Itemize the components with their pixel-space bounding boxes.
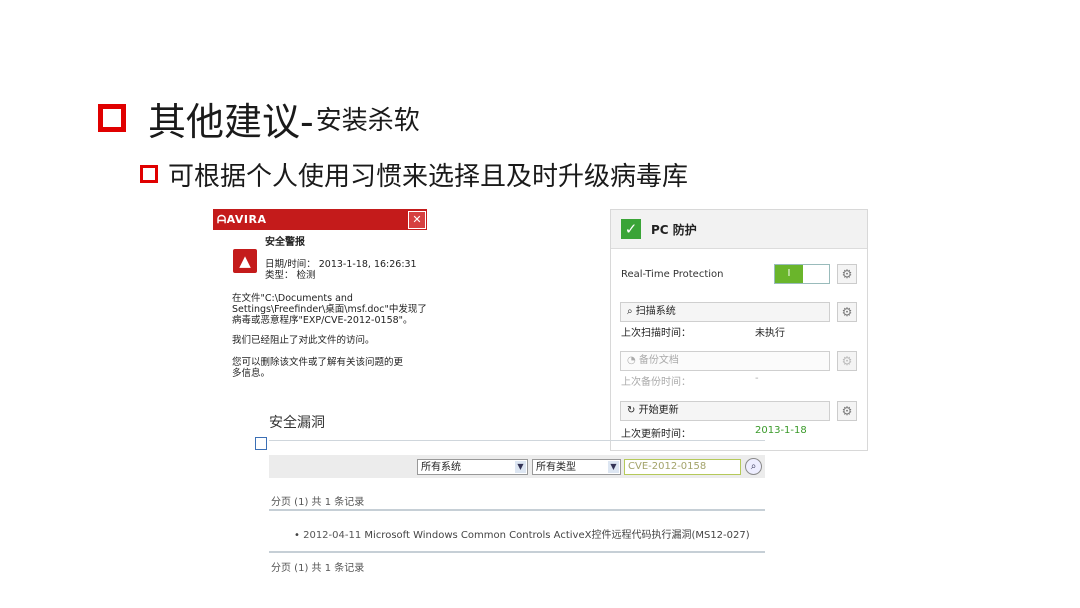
alert-type: 类型： 检测 — [265, 270, 316, 281]
checkmark-icon: ✓ — [621, 219, 641, 239]
alert-datetime: 日期/时间： 2013-1-18, 16:26:31 — [265, 259, 417, 270]
message-line: 在文件"C:\Documents and — [232, 293, 353, 304]
divider — [269, 440, 765, 441]
datetime-label: 日期/时间： — [265, 259, 316, 270]
info-line: 多信息。 — [232, 368, 271, 379]
pager-text: 分页 (1) 共 1 条记录 — [271, 563, 365, 574]
slide-title: 其他建议- 安装杀软 — [98, 93, 420, 144]
message-line: 病毒或恶意程序"EXP/CVE-2012-0158"。 — [232, 315, 413, 326]
umbrella-icon: ᗩ — [217, 213, 227, 226]
square-bullet-icon — [140, 165, 158, 183]
chevron-down-icon: ▼ — [608, 461, 619, 473]
checkbox[interactable] — [255, 437, 267, 450]
slide-subtitle-text: 可根据个人使用习惯来选择且及时升级病毒库 — [168, 161, 689, 192]
bullet-icon: • — [294, 530, 300, 541]
slide-title-main: 其他建议- — [148, 99, 314, 144]
list-item[interactable]: • 2012-04-11 Microsoft Windows Common Co… — [294, 526, 750, 541]
gear-icon[interactable]: ⚙ — [837, 264, 857, 284]
type-select[interactable]: 所有类型 ▼ — [532, 459, 621, 475]
vulnerability-title: 安全漏洞 — [269, 415, 325, 431]
close-icon[interactable]: ✕ — [408, 210, 426, 229]
last-backup-value: - — [755, 373, 759, 384]
info-line: 您可以删除该文件或了解有关该问题的更 — [232, 357, 404, 368]
gear-icon[interactable]: ⚙ — [837, 351, 857, 371]
square-bullet-icon — [98, 104, 126, 132]
pc-protection-panel: ✓ PC 防护 Real-Time Protection I ⚙ ⌕ 扫描系统 … — [610, 209, 868, 451]
realtime-protection-toggle[interactable]: I — [774, 264, 830, 284]
search-icon: ⌕ — [627, 306, 633, 317]
scan-system-label: 扫描系统 — [635, 306, 676, 317]
alert-message: 在文件"C:\Documents and Settings\Freefinder… — [232, 293, 427, 326]
type-label: 类型： — [265, 270, 294, 281]
item-text[interactable]: Microsoft Windows Common Controls Active… — [364, 530, 749, 541]
slide-title-sub: 安装杀软 — [315, 105, 420, 136]
alert-blocked: 我们已经阻止了对此文件的访问。 — [232, 335, 375, 346]
avira-logo-text: AVIRA — [226, 213, 267, 226]
scan-system-button[interactable]: ⌕ 扫描系统 — [620, 302, 830, 322]
clock-icon: ◔ — [627, 355, 636, 366]
alert-title: 安全警报 — [265, 237, 305, 248]
toggle-on-indicator: I — [775, 265, 803, 283]
divider — [269, 551, 765, 553]
avira-alert-window: ᗩAVIRA ✕ 安全警报 ▲ 日期/时间： 2013-1-18, 16:26:… — [213, 209, 427, 409]
last-update-value: 2013-1-18 — [755, 425, 807, 436]
alert-info: 您可以删除该文件或了解有关该问题的更 多信息。 — [232, 357, 427, 379]
avira-logo: ᗩAVIRA — [213, 214, 267, 225]
gear-icon[interactable]: ⚙ — [837, 302, 857, 322]
item-date: 2012-04-11 — [303, 530, 362, 541]
gear-icon[interactable]: ⚙ — [837, 401, 857, 421]
type-select-value: 所有类型 — [536, 462, 576, 473]
last-scan-label: 上次扫描时间： — [621, 328, 691, 339]
last-backup-label: 上次备份时间： — [621, 377, 691, 388]
chevron-down-icon: ▼ — [515, 461, 526, 473]
system-select-value: 所有系统 — [421, 462, 461, 473]
last-update-label: 上次更新时间： — [621, 429, 691, 440]
datetime-value: 2013-1-18, 16:26:31 — [318, 259, 417, 270]
divider — [269, 509, 765, 511]
slide-subtitle: 可根据个人使用习惯来选择且及时升级病毒库 — [140, 157, 689, 192]
warning-icon: ▲ — [233, 249, 257, 273]
type-value: 检测 — [296, 270, 316, 281]
pc-protection-header: ✓ PC 防护 — [611, 210, 867, 249]
realtime-protection-label: Real-Time Protection — [621, 269, 724, 280]
start-update-label: 开始更新 — [638, 405, 679, 416]
last-scan-value: 未执行 — [755, 328, 785, 339]
refresh-icon: ↻ — [627, 405, 636, 416]
search-input[interactable]: CVE-2012-0158 — [624, 459, 741, 475]
search-button[interactable]: ⌕ — [745, 458, 762, 475]
system-select[interactable]: 所有系统 ▼ — [417, 459, 528, 475]
message-line: Settings\Freefinder\桌面\msf.doc"中发现了 — [232, 304, 427, 315]
start-update-button[interactable]: ↻ 开始更新 — [620, 401, 830, 421]
search-icon: ⌕ — [750, 461, 757, 472]
backup-documents-label: 备份文档 — [638, 355, 679, 366]
pager-text: 分页 (1) 共 1 条记录 — [271, 497, 365, 508]
pc-protection-title: PC 防护 — [651, 222, 697, 237]
backup-documents-button[interactable]: ◔ 备份文档 — [620, 351, 830, 371]
avira-titlebar: ᗩAVIRA ✕ — [213, 209, 427, 230]
